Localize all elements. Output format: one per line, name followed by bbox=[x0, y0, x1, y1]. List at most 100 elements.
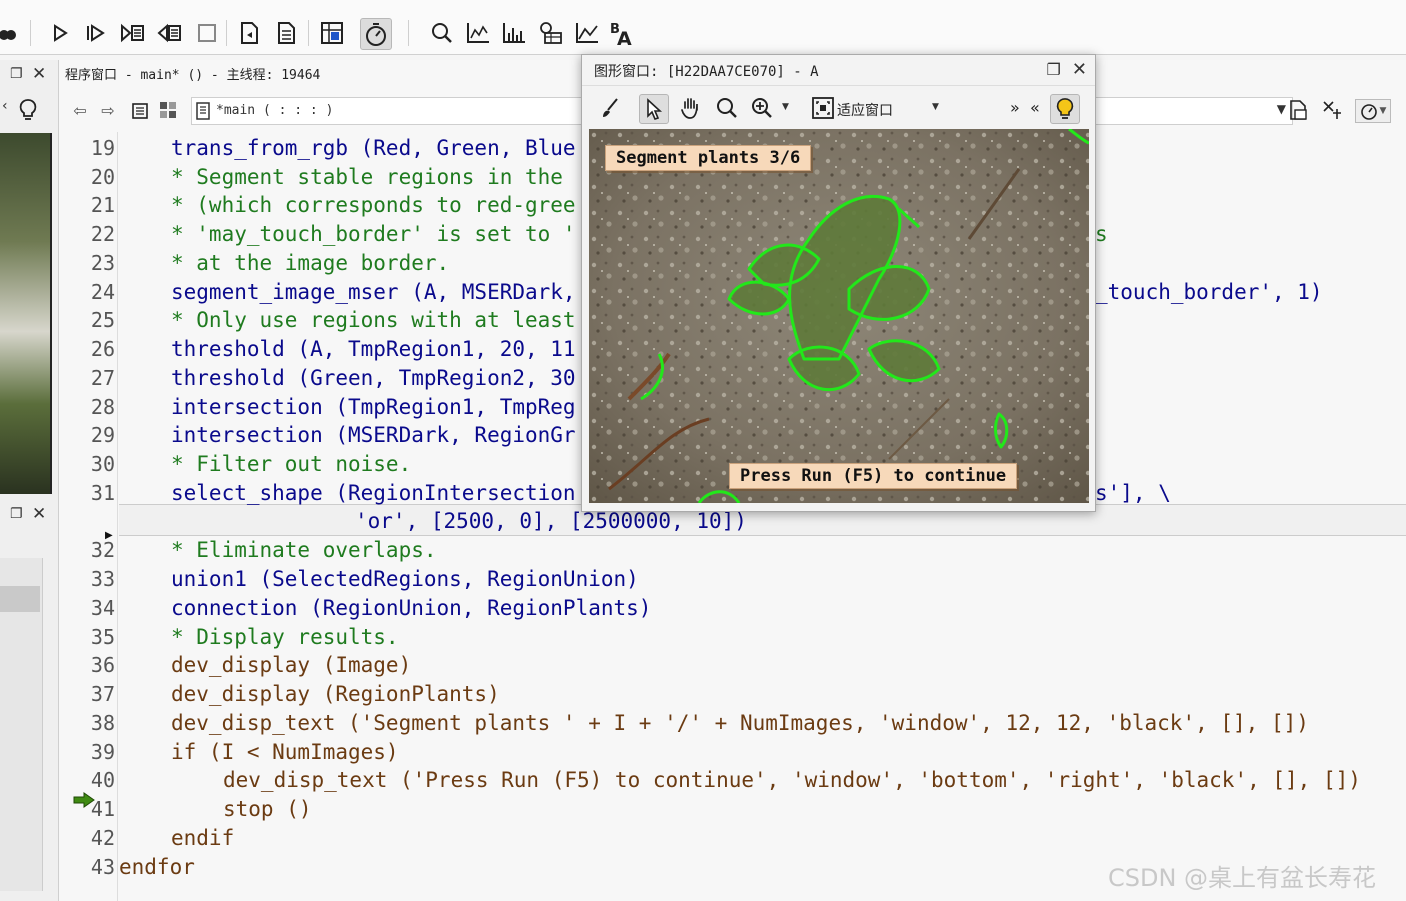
program-window-title: 程序窗口 - main* () - 主线程: 19464 bbox=[65, 68, 321, 83]
breakpoint-icon[interactable] bbox=[0, 18, 22, 48]
restore-icon[interactable]: ❐ bbox=[10, 506, 23, 522]
save-procedure-icon[interactable] bbox=[1287, 99, 1309, 121]
program-listing-icon[interactable] bbox=[272, 18, 302, 48]
hand-pan-icon[interactable] bbox=[677, 94, 705, 122]
run-icon[interactable] bbox=[45, 18, 75, 48]
line-number: 27 bbox=[90, 366, 115, 390]
line-number: 26 bbox=[90, 337, 115, 361]
code-line-current[interactable]: 41 stop () bbox=[59, 795, 1406, 823]
code-line[interactable]: 37 dev_display (RegionPlants) bbox=[59, 680, 1406, 708]
chevron-down-icon[interactable]: ▼ bbox=[932, 102, 939, 112]
line-number: 20 bbox=[90, 165, 115, 189]
code-text: segment_image_mser (A, MSERDark, bbox=[171, 280, 576, 304]
line-number: 42 bbox=[90, 826, 115, 850]
close-icon[interactable]: ✕ bbox=[1072, 59, 1087, 80]
expand-toolbar-icon[interactable]: » bbox=[1010, 98, 1020, 117]
line-number: 29 bbox=[90, 423, 115, 447]
graphics-toolbar: ▼ 适应窗口 ▼ » « bbox=[582, 85, 1095, 128]
image-thumbnail bbox=[0, 133, 52, 494]
feature-histogram-icon[interactable] bbox=[499, 18, 529, 48]
code-text: if (I < NumImages) bbox=[171, 740, 399, 764]
reset-program-icon[interactable] bbox=[235, 18, 265, 48]
line-profile-icon[interactable] bbox=[572, 18, 602, 48]
lightbulb-icon[interactable] bbox=[1050, 94, 1080, 124]
close-icon[interactable]: ✕ bbox=[32, 504, 46, 524]
profiler-dropdown[interactable]: ▼ bbox=[1355, 99, 1391, 123]
code-text: connection (RegionUnion, RegionPlants) bbox=[171, 596, 652, 620]
step-over-icon[interactable] bbox=[81, 18, 111, 48]
code-text: dev_display (Image) bbox=[171, 653, 412, 677]
line-number: 37 bbox=[90, 682, 115, 706]
line-number: 43 bbox=[90, 855, 115, 879]
code-text: stop () bbox=[223, 797, 312, 821]
gray-histogram-icon[interactable] bbox=[463, 18, 493, 48]
code-text: * Segment stable regions in the bbox=[171, 165, 563, 189]
variable-inspect-icon[interactable] bbox=[317, 18, 347, 48]
grid-view-icon[interactable] bbox=[157, 99, 179, 121]
chevron-down-icon[interactable]: ▼ bbox=[1277, 102, 1286, 116]
zoom-search-icon[interactable] bbox=[427, 18, 457, 48]
step-into-icon[interactable] bbox=[118, 18, 148, 48]
code-text: dev_disp_text ('Segment plants ' + I + '… bbox=[171, 711, 1309, 735]
code-line[interactable]: 33 union1 (SelectedRegions, RegionUnion) bbox=[59, 565, 1406, 593]
graphics-window-controls: ❐ ✕ bbox=[1046, 59, 1087, 80]
line-number: 23 bbox=[90, 251, 115, 275]
code-text: * Eliminate overlaps. bbox=[171, 538, 437, 562]
line-number: 22 bbox=[90, 222, 115, 246]
toolbar-separator bbox=[226, 20, 227, 46]
line-number: 36 bbox=[90, 653, 115, 677]
restore-icon[interactable]: ❐ bbox=[1046, 60, 1060, 79]
magnifier-icon[interactable] bbox=[713, 94, 741, 122]
back-arrow-icon[interactable]: ⇦ bbox=[69, 99, 91, 121]
svg-text:A: A bbox=[617, 28, 632, 47]
line-number: 21 bbox=[90, 193, 115, 217]
fit-window-label[interactable]: 适应窗口 bbox=[837, 100, 893, 120]
code-line[interactable]: 38 dev_disp_text ('Segment plants ' + I +… bbox=[59, 709, 1406, 737]
line-number: 33 bbox=[90, 567, 115, 591]
pointer-icon[interactable] bbox=[639, 94, 669, 124]
graphics-canvas[interactable]: Segment plants 3/6 Press Run (F5) to con… bbox=[589, 129, 1089, 503]
code-line[interactable]: 35 * Display results. bbox=[59, 623, 1406, 651]
selected-list-item[interactable] bbox=[0, 586, 40, 612]
code-text: dev_disp_text ('Press Run (F5) to contin… bbox=[223, 768, 1361, 792]
line-number: 40 bbox=[90, 768, 115, 792]
chevron-left-icon[interactable]: ‹ bbox=[2, 98, 8, 114]
lightbulb-icon[interactable] bbox=[18, 98, 38, 126]
code-line[interactable]: 34 connection (RegionUnion, RegionPlants) bbox=[59, 594, 1406, 622]
code-text: endfor bbox=[119, 855, 195, 879]
code-text: * Filter out noise. bbox=[171, 452, 412, 476]
feature-inspection-icon[interactable] bbox=[536, 18, 566, 48]
code-line[interactable]: 36 dev_display (Image) bbox=[59, 651, 1406, 679]
code-text-tail: s bbox=[1095, 222, 1108, 246]
format-tool-icon[interactable] bbox=[1321, 99, 1343, 121]
toolbar-separator bbox=[308, 20, 309, 46]
fit-window-icon[interactable] bbox=[809, 94, 837, 122]
restore-icon[interactable]: ❐ bbox=[10, 66, 23, 82]
profiler-stopwatch-icon[interactable] bbox=[360, 18, 392, 50]
line-number: 41 bbox=[90, 797, 115, 821]
procedure-select-value: *main ( : : : ) bbox=[216, 103, 334, 118]
ocr-font-icon[interactable]: BA bbox=[607, 18, 637, 48]
procedure-icon bbox=[196, 102, 212, 124]
code-line[interactable]: 39 if (I < NumImages) bbox=[59, 738, 1406, 766]
code-line[interactable]: 32 * Eliminate overlaps. bbox=[59, 536, 1406, 564]
code-line[interactable]: 42 endif bbox=[59, 824, 1406, 852]
clipboard-icon[interactable] bbox=[129, 99, 151, 121]
code-text-tail: _touch_border', 1) bbox=[1095, 280, 1323, 304]
step-out-icon[interactable] bbox=[155, 18, 185, 48]
stop-icon[interactable] bbox=[192, 18, 222, 48]
segmentation-image bbox=[589, 129, 1089, 503]
close-icon[interactable]: ✕ bbox=[32, 64, 46, 84]
line-number: 35 bbox=[90, 625, 115, 649]
code-line[interactable]: 40 dev_disp_text ('Press Run (F5) to cont… bbox=[59, 766, 1406, 794]
graphics-window[interactable]: 图形窗口: [H22DAA7CE070] - A ❐ ✕ ▼ 适应窗口 ▼ » … bbox=[581, 54, 1096, 512]
overlay-text-segment-plants: Segment plants 3/6 bbox=[605, 145, 812, 171]
clear-brush-icon[interactable] bbox=[596, 94, 624, 122]
chevron-down-icon[interactable]: ▼ bbox=[782, 102, 789, 112]
code-text: * 'may_touch_border' is set to ' bbox=[171, 222, 576, 246]
zoom-in-icon[interactable] bbox=[748, 94, 776, 122]
code-text: trans_from_rgb (Red, Green, Blue bbox=[171, 136, 576, 160]
code-text: * Display results. bbox=[171, 625, 399, 649]
forward-arrow-icon[interactable]: ⇨ bbox=[97, 99, 119, 121]
collapse-toolbar-icon[interactable]: « bbox=[1030, 98, 1040, 117]
